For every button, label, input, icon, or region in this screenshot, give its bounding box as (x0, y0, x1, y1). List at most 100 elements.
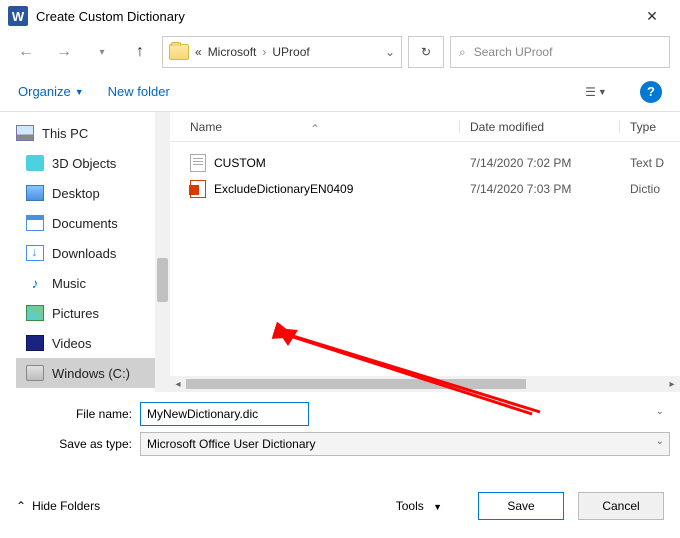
tree-item-desktop[interactable]: Desktop (16, 178, 170, 208)
documents-icon (26, 215, 44, 231)
col-type[interactable]: Type (620, 120, 680, 134)
chevron-down-icon: ▼ (433, 502, 442, 512)
button-row: ⌃ Hide Folders Tools ▼ Save Cancel (10, 492, 670, 520)
search-icon: ⌕ (459, 45, 466, 60)
tree-label: Downloads (52, 246, 116, 261)
h-scrollbar[interactable]: ◂ ▸ (170, 376, 680, 392)
video-icon (26, 335, 44, 351)
refresh-button[interactable]: ↻ (408, 36, 444, 68)
tree-label: 3D Objects (52, 156, 116, 171)
tree-label: Pictures (52, 306, 99, 321)
tree-item-documents[interactable]: Documents (16, 208, 170, 238)
col-name[interactable]: Name ⌃ (170, 120, 460, 134)
chevron-down-icon: ▼ (75, 87, 84, 97)
file-date: 7/14/2020 7:03 PM (460, 182, 620, 196)
folder-icon (169, 44, 189, 60)
tree-label: Windows (C:) (52, 366, 130, 381)
close-button[interactable]: ✕ (632, 1, 672, 31)
view-options[interactable]: ☰ ▼ (576, 79, 616, 105)
crumb-prefix: « (195, 45, 202, 59)
search-box[interactable]: ⌕ (450, 36, 670, 68)
scroll-right-icon[interactable]: ▸ (664, 376, 680, 392)
filename-input[interactable] (140, 402, 309, 426)
col-name-label: Name (190, 120, 222, 134)
list-icon: ☰ (585, 85, 596, 99)
office-file-icon (190, 180, 206, 198)
cancel-button[interactable]: Cancel (578, 492, 664, 520)
organize-menu[interactable]: Organize ▼ (18, 84, 84, 99)
file-name: CUSTOM (214, 156, 266, 170)
scroll-thumb[interactable] (186, 379, 526, 389)
window-title: Create Custom Dictionary (36, 9, 185, 24)
word-icon: W (8, 6, 28, 26)
tree-item-d-drive[interactable]: Data (D:) (16, 388, 170, 392)
nav-bar: ← → ▾ ↑ « Microsoft › UProof ⌄ ↻ ⌕ (0, 32, 680, 72)
chevron-down-icon[interactable]: ⌄ (656, 406, 664, 417)
dropdown-history[interactable]: ▾ (86, 37, 118, 67)
tree-label: Desktop (52, 186, 100, 201)
new-folder-button[interactable]: New folder (108, 84, 170, 99)
file-date: 7/14/2020 7:02 PM (460, 156, 620, 170)
toolbar: Organize ▼ New folder ☰ ▼ ? (0, 72, 680, 112)
forward-button: → (48, 37, 80, 67)
search-input[interactable] (474, 45, 661, 59)
title-bar: W Create Custom Dictionary ✕ (0, 0, 680, 32)
saveas-value: Microsoft Office User Dictionary (147, 437, 316, 451)
hide-folders-toggle[interactable]: ⌃ Hide Folders (16, 499, 100, 513)
back-button[interactable]: ← (10, 37, 42, 67)
tree-label: Videos (52, 336, 92, 351)
chevron-up-icon: ⌃ (16, 499, 26, 513)
tree-item-videos[interactable]: Videos (16, 328, 170, 358)
saveas-row: Save as type: Microsoft Office User Dict… (10, 432, 670, 456)
music-icon: ♪ (26, 275, 44, 291)
pc-icon (16, 125, 34, 141)
tree-item-c-drive[interactable]: Windows (C:) (16, 358, 155, 388)
crumb-sep: › (262, 45, 266, 59)
crumb-uproof[interactable]: UProof (272, 45, 309, 59)
column-headers: Name ⌃ Date modified Type (170, 112, 680, 142)
help-button[interactable]: ? (640, 81, 662, 103)
file-row[interactable]: CUSTOM 7/14/2020 7:02 PM Text D (170, 150, 680, 176)
crumb-microsoft[interactable]: Microsoft (208, 45, 257, 59)
pictures-icon (26, 305, 44, 321)
text-file-icon (190, 154, 206, 172)
sort-asc-icon: ⌃ (310, 122, 320, 136)
desktop-icon (26, 185, 44, 201)
tree-item-this-pc[interactable]: This PC (16, 118, 170, 148)
address-dropdown[interactable]: ⌄ (385, 45, 395, 59)
tree-item-pictures[interactable]: Pictures (16, 298, 170, 328)
saveas-label: Save as type: (10, 437, 140, 451)
scroll-left-icon[interactable]: ◂ (170, 376, 186, 392)
file-row[interactable]: ExcludeDictionaryEN0409 7/14/2020 7:03 P… (170, 176, 680, 202)
cube-icon (26, 155, 44, 171)
organize-label: Organize (18, 84, 71, 99)
filename-label: File name: (10, 407, 140, 421)
tools-label: Tools (396, 499, 424, 513)
filename-row: File name: ⌄ (10, 402, 670, 426)
tree-item-downloads[interactable]: Downloads (16, 238, 170, 268)
file-type: Dictio (620, 182, 680, 196)
save-button[interactable]: Save (478, 492, 564, 520)
download-icon (26, 245, 44, 261)
up-button[interactable]: ↑ (124, 37, 156, 67)
file-type: Text D (620, 156, 680, 170)
address-bar[interactable]: « Microsoft › UProof ⌄ (162, 36, 402, 68)
folder-tree: This PC 3D Objects Desktop Documents Dow… (0, 112, 170, 392)
file-list: CUSTOM 7/14/2020 7:02 PM Text D ExcludeD… (170, 142, 680, 376)
bottom-panel: File name: ⌄ Save as type: Microsoft Off… (0, 392, 680, 538)
tree-item-3d-objects[interactable]: 3D Objects (16, 148, 170, 178)
file-name: ExcludeDictionaryEN0409 (214, 182, 353, 196)
drive-icon (26, 365, 44, 381)
file-pane: Name ⌃ Date modified Type CUSTOM 7/14/20… (170, 112, 680, 392)
chevron-down-icon: ▼ (598, 87, 607, 97)
tree-scrollbar[interactable] (155, 112, 170, 392)
col-date[interactable]: Date modified (460, 120, 620, 134)
saveas-select[interactable]: Microsoft Office User Dictionary (140, 432, 670, 456)
tools-menu[interactable]: Tools ▼ (396, 499, 442, 513)
chevron-down-icon[interactable]: ⌄ (656, 436, 664, 447)
tree-label: This PC (42, 126, 88, 141)
main-panel: This PC 3D Objects Desktop Documents Dow… (0, 112, 680, 392)
tree-label: Music (52, 276, 86, 291)
tree-item-music[interactable]: ♪ Music (16, 268, 170, 298)
hide-folders-label: Hide Folders (32, 499, 100, 513)
